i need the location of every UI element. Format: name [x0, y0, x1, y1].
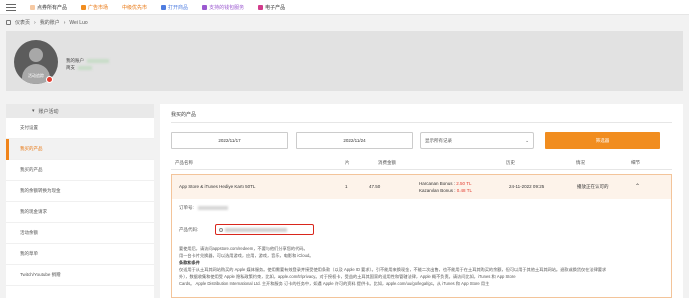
- sidebar-item-active-balance[interactable]: 活动余额: [6, 223, 154, 244]
- nav-item-electronics[interactable]: 电子产品: [258, 4, 285, 11]
- sidebar-item-label: 我买的产品: [20, 146, 43, 151]
- copy-icon[interactable]: [219, 227, 223, 232]
- desc-line: 外），数据收集和使用受 Apple 隐私政策约束，比如，apple.com/tr…: [179, 274, 516, 279]
- breadcrumb: 仪表页 › 我的账户 › Wei Luo: [6, 19, 88, 26]
- profile-banner: 活动追踪 我的账户 简支: [6, 31, 683, 91]
- sidebar-item-label: 我的草单: [20, 251, 38, 256]
- sidebar-item-label: 支付设置: [20, 125, 38, 130]
- megaphone-icon: [81, 4, 87, 10]
- nav-item-label: 点券所有产品: [37, 4, 68, 11]
- gift-icon: [258, 4, 264, 10]
- bonus-earned-label: Kazanılan Bonus :: [419, 188, 457, 193]
- notification-badge: [46, 76, 53, 83]
- sidebar-item-balance-to-cash[interactable]: 我的余额转换为现金: [6, 181, 154, 202]
- top-navbar: 点券所有产品 广告市场 中级优先市 打开商品 支持的钱包服务 电子产品: [0, 0, 689, 15]
- sidebar-item-payment-settings[interactable]: 支付设置: [6, 118, 154, 139]
- redacted-value: [198, 205, 229, 210]
- nav-item-open-goods[interactable]: 打开商品: [161, 4, 188, 11]
- product-qty: 1: [345, 184, 348, 189]
- select-value: 显示所有记录: [425, 137, 452, 143]
- sidebar-item-cash-requests[interactable]: 我的现金请求: [6, 202, 154, 223]
- profile-info: 我的账户 简支: [66, 57, 109, 71]
- nav-item-all-products[interactable]: 点券所有产品: [30, 4, 67, 11]
- col-header-amount: 消费金额: [378, 160, 396, 165]
- sidebar-header-label: 账户活动: [38, 108, 59, 115]
- nav-item-mid-market[interactable]: 中级优先市: [122, 4, 147, 11]
- order-number-label: 订单号:: [179, 205, 194, 210]
- bonus-spent-value: 2.50 TL: [456, 181, 472, 186]
- sidebar-item-label: 我的余额转换为现金: [20, 188, 61, 193]
- col-header-product: 产品名称: [175, 160, 193, 165]
- divider: [171, 122, 672, 123]
- desc-heading: 条款和条件: [179, 260, 200, 265]
- breadcrumb-account[interactable]: 我的账户: [40, 19, 60, 26]
- nav-item-label: 电子产品: [265, 4, 286, 11]
- sidebar-item-purchased-products[interactable]: 我买的产品: [6, 139, 154, 160]
- sidebar-item-label: 我的现金请求: [20, 209, 47, 214]
- sidebar-item-label: 我买的产品: [20, 167, 43, 172]
- table-row[interactable]: App Store & iTunes Hediye Kartı 50TL 1 4…: [172, 175, 671, 199]
- date-to-input[interactable]: 2022/11/24: [296, 132, 413, 149]
- redacted-code: [225, 227, 287, 232]
- sidebar-item-label: 活动余额: [20, 230, 38, 235]
- product-name: App Store & iTunes Hediye Kartı 50TL: [179, 184, 256, 189]
- bonus-spent-label: Harcanan Bonus :: [419, 181, 457, 186]
- breadcrumb-separator: ›: [63, 19, 66, 26]
- nav-item-label: 打开商品: [168, 4, 189, 11]
- home-icon[interactable]: [6, 20, 11, 25]
- redacted-value: [78, 65, 92, 70]
- sidebar: ▾ 账户活动 支付设置 我买的产品 我买的产品 我的余额转换为现金 我的现金请求…: [6, 104, 154, 298]
- desc-line: 用一台卡片兑换器，可以选用游戏，应用，游戏，音乐，电影和 iCloud。: [179, 253, 314, 258]
- nav-dot-icon: [30, 4, 35, 10]
- bonus-earned-value: 0.48 TL: [456, 188, 472, 193]
- nav-item-wallet-services[interactable]: 支持的钱包服务: [202, 4, 244, 11]
- desc-line: 仅适用于从土耳其网站购买的 Apple 媒体服务。使用需要有效登录并接受使用条款…: [179, 267, 607, 272]
- desc-line: 要使用后，请访问appstore.com/redeem，不要与他们分享您的代码。: [179, 246, 308, 251]
- sidebar-item-drafts[interactable]: 我的草单: [6, 244, 154, 265]
- product-code-field[interactable]: [215, 224, 314, 235]
- breadcrumb-separator: ›: [34, 19, 36, 26]
- order-card: App Store & iTunes Hediye Kartı 50TL 1 4…: [171, 174, 672, 298]
- bonus-info: Harcanan Bonus : 2.50 TL Kazanılan Bonus…: [419, 180, 472, 194]
- wallet-icon: [202, 4, 208, 10]
- redacted-value: [87, 58, 109, 63]
- table-header: 产品名称 片 消费金额 历史 情况 细节: [171, 155, 672, 170]
- col-header-qty: 片: [345, 160, 350, 165]
- hamburger-menu-icon[interactable]: [6, 3, 16, 11]
- col-header-date: 历史: [506, 160, 515, 165]
- sidebar-header[interactable]: ▾ 账户活动: [6, 104, 154, 118]
- desc-line: Cards。 Apple Distribution International …: [179, 281, 490, 286]
- breadcrumb-current: Wei Luo: [69, 19, 88, 26]
- chevron-down-icon: ⌄: [525, 137, 529, 143]
- order-date: 24-11-2022 09:25: [509, 184, 545, 189]
- breadcrumb-home[interactable]: 仪表页: [15, 19, 30, 26]
- chevron-up-icon[interactable]: ⌃: [635, 175, 640, 199]
- product-description: 要使用后，请访问appstore.com/redeem，不要与他们分享您的代码。…: [179, 245, 667, 287]
- product-amount: 47.50: [369, 184, 381, 189]
- col-header-detail: 细节: [631, 160, 640, 165]
- box-icon: [161, 4, 167, 10]
- sidebar-item-purchased-products-2[interactable]: 我买的产品: [6, 160, 154, 181]
- sidebar-item-donations[interactable]: Twitch/Youtube 捐赠: [6, 265, 154, 286]
- product-code-label: 产品代码:: [179, 227, 199, 232]
- record-filter-select[interactable]: 显示所有记录 ⌄: [420, 132, 534, 149]
- filter-button[interactable]: 筛选器: [545, 132, 660, 149]
- col-header-status: 情况: [576, 160, 585, 165]
- nav-item-ad-market[interactable]: 广告市场: [81, 4, 108, 11]
- chevron-down-icon: ▾: [32, 108, 35, 114]
- nav-item-label: 广告市场: [88, 4, 109, 11]
- main-panel: 我买的产品 2022/11/17 2022/11/24 显示所有记录 ⌄ 筛选器…: [160, 104, 683, 298]
- page-title: 我买的产品: [171, 112, 197, 118]
- nav-item-label: 中级优先市: [122, 4, 148, 11]
- date-from-input[interactable]: 2022/11/17: [171, 132, 288, 149]
- profile-line1-label: 我的账户: [66, 58, 84, 63]
- profile-line2-label: 简支: [66, 65, 75, 70]
- order-number: 订单号:: [179, 205, 229, 211]
- order-status: 播放正在认可的: [577, 184, 609, 189]
- avatar-head: [29, 48, 43, 62]
- sidebar-item-label: Twitch/Youtube 捐赠: [20, 272, 61, 277]
- nav-item-label: 支持的钱包服务: [209, 4, 245, 11]
